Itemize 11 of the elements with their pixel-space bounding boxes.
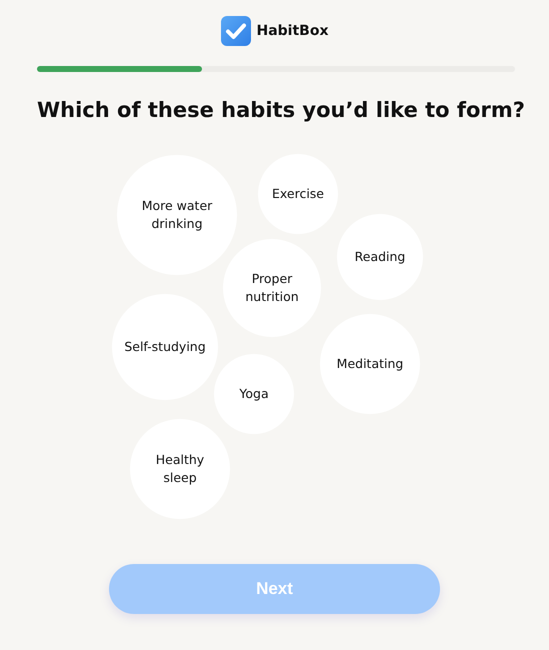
- habit-bubble[interactable]: Proper nutrition: [223, 239, 321, 337]
- habit-bubble[interactable]: More water drinking: [117, 155, 237, 275]
- habit-bubble[interactable]: Self-studying: [112, 294, 218, 400]
- habit-bubble[interactable]: Exercise: [258, 154, 338, 234]
- habit-bubble[interactable]: Meditating: [320, 314, 420, 414]
- habit-bubble[interactable]: Reading: [337, 214, 423, 300]
- habit-bubble[interactable]: Yoga: [214, 354, 294, 434]
- checkmark-logo-icon: [220, 16, 250, 46]
- app-name: HabitBox: [256, 23, 328, 39]
- habit-bubble[interactable]: Healthy sleep: [130, 419, 230, 519]
- question-heading: Which of these habits you’d like to form?: [37, 97, 526, 124]
